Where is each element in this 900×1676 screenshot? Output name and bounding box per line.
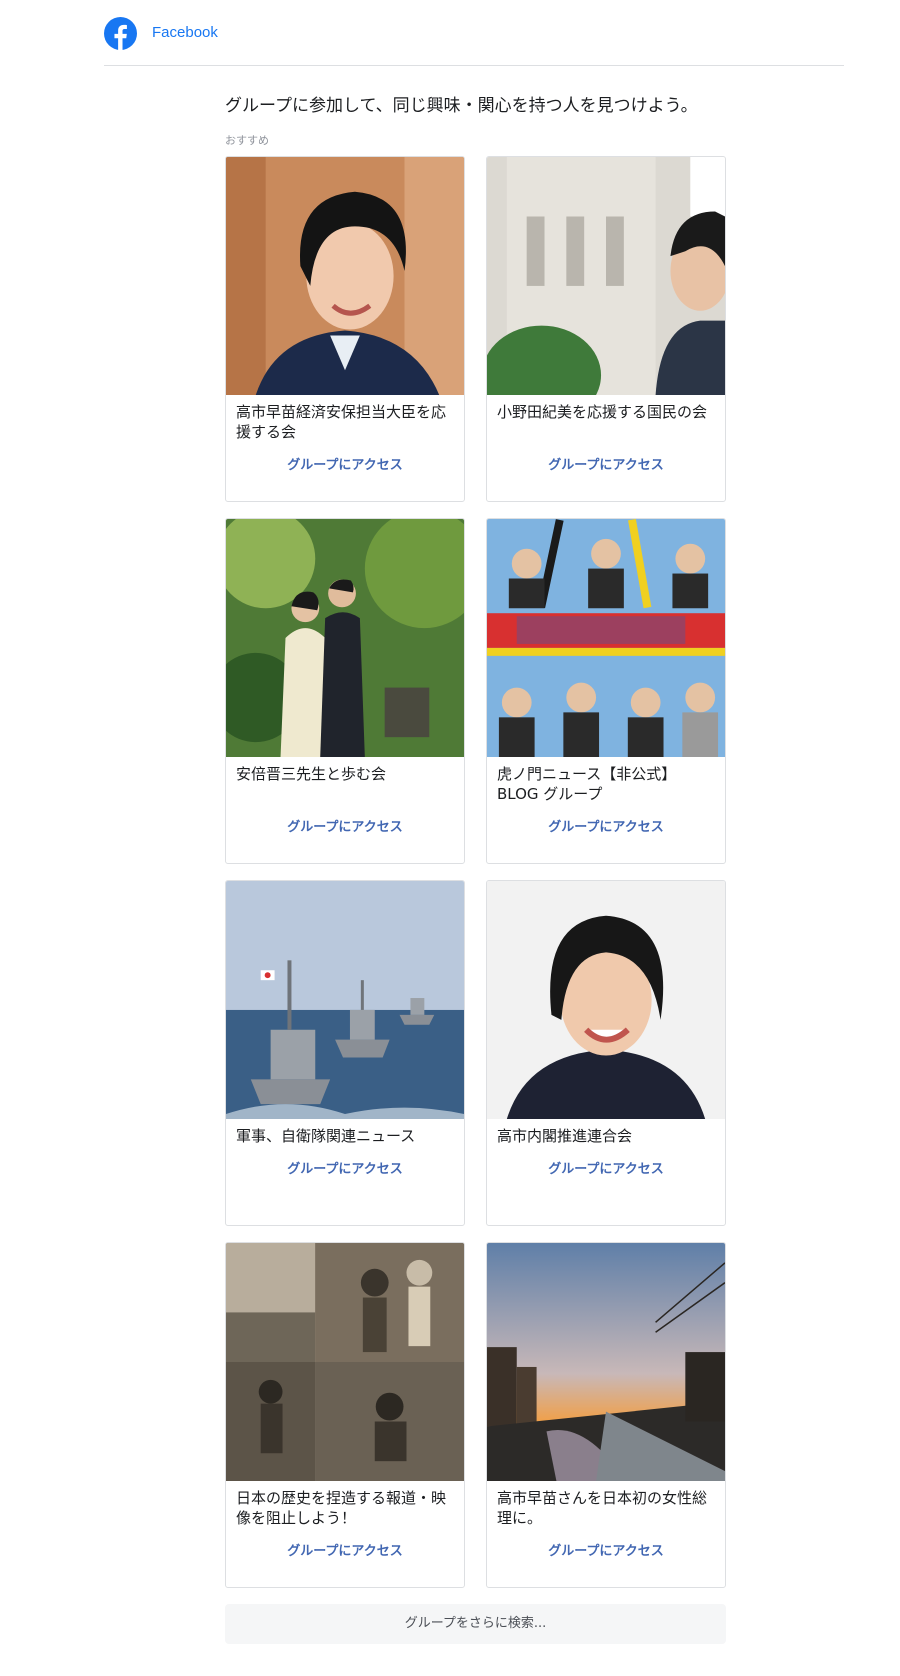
group-thumbnail[interactable] [226,881,464,1119]
group-card[interactable]: 小野田紀美を応援する国民の会 グループにアクセス [486,156,726,502]
group-thumbnail[interactable] [226,1243,464,1481]
group-card[interactable]: 高市早苗さんを日本初の女性総理に。 グループにアクセス [486,1242,726,1588]
group-name[interactable]: 小野田紀美を応援する国民の会 [487,395,725,447]
facebook-link[interactable]: Facebook [152,24,218,41]
group-name[interactable]: 日本の歴史を捏造する報道・映像を阻止しよう！ [226,1481,464,1533]
facebook-logo-icon[interactable] [104,17,137,50]
group-card[interactable]: 日本の歴史を捏造する報道・映像を阻止しよう！ グループにアクセス [225,1242,465,1588]
group-name[interactable]: 軍事、自衛隊関連ニュース [226,1119,464,1151]
group-name[interactable]: 高市早苗経済安保担当大臣を応援する会 [226,395,464,447]
group-thumbnail[interactable] [487,519,725,757]
group-thumbnail[interactable] [487,157,725,395]
visit-group-link[interactable]: グループにアクセス [487,454,725,473]
group-grid: 高市早苗経済安保担当大臣を応援する会 グループにアクセス 小野田紀美を応援する国… [225,156,726,1588]
group-card[interactable]: 高市早苗経済安保担当大臣を応援する会 グループにアクセス [225,156,465,502]
group-thumbnail[interactable] [487,1243,725,1481]
group-card[interactable]: 軍事、自衛隊関連ニュース グループにアクセス [225,880,465,1226]
visit-group-link[interactable]: グループにアクセス [487,1540,725,1559]
group-thumbnail[interactable] [487,881,725,1119]
group-card[interactable]: 安倍晋三先生と歩む会 グループにアクセス [225,518,465,864]
group-thumbnail[interactable] [226,157,464,395]
group-card[interactable]: 虎ノ門ニュース【非公式】BLOG グループ グループにアクセス [486,518,726,864]
group-card[interactable]: 高市内閣推進連合会 グループにアクセス [486,880,726,1226]
visit-group-link[interactable]: グループにアクセス [226,816,464,835]
header: Facebook [104,0,844,66]
group-name[interactable]: 虎ノ門ニュース【非公式】BLOG グループ [487,757,725,809]
visit-group-link[interactable]: グループにアクセス [226,1158,464,1177]
intro-text: グループに参加して、同じ興味・関心を持つ人を見つけよう。 [225,96,698,116]
main-content: グループに参加して、同じ興味・関心を持つ人を見つけよう。 おすすめ 高市早苗経済… [225,92,726,1644]
group-name[interactable]: 高市早苗さんを日本初の女性総理に。 [487,1481,725,1533]
group-name[interactable]: 高市内閣推進連合会 [487,1119,725,1151]
section-label: おすすめ [225,134,269,147]
visit-group-link[interactable]: グループにアクセス [487,816,725,835]
group-thumbnail[interactable] [226,519,464,757]
visit-group-link[interactable]: グループにアクセス [226,454,464,473]
visit-group-link[interactable]: グループにアクセス [487,1158,725,1177]
visit-group-link[interactable]: グループにアクセス [226,1540,464,1559]
search-more-groups-button[interactable]: グループをさらに検索... [225,1604,726,1644]
group-name[interactable]: 安倍晋三先生と歩む会 [226,757,464,809]
